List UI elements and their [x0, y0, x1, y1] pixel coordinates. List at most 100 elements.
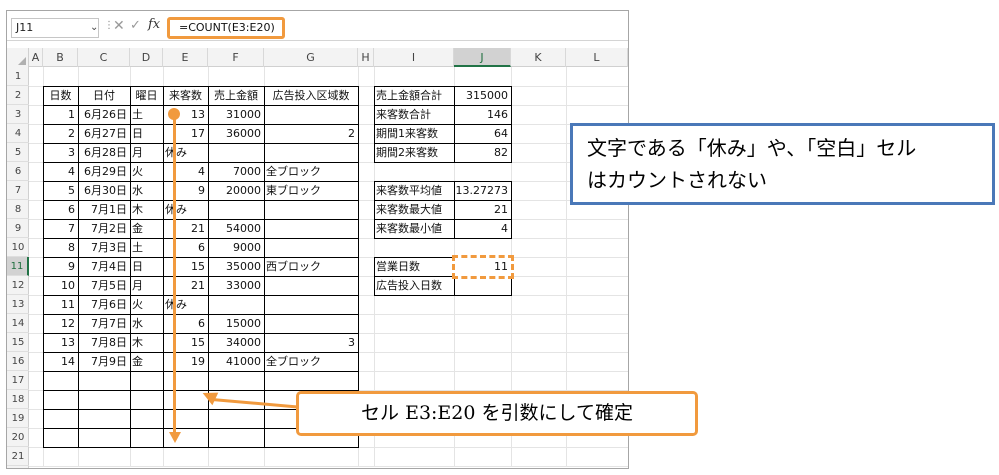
summary-sales-value[interactable]: 82	[454, 144, 511, 162]
row-header[interactable]: 3	[7, 105, 29, 124]
row-header[interactable]: 4	[7, 124, 29, 143]
table-cell[interactable]: 9	[163, 182, 208, 200]
table-cell[interactable]: 月	[130, 144, 163, 162]
column-header-j[interactable]: J	[454, 48, 511, 67]
table-cell[interactable]: 2	[43, 125, 78, 143]
table-cell[interactable]: 7月2日	[78, 220, 130, 238]
column-header-c[interactable]: C	[78, 48, 130, 67]
formula-input[interactable]: =COUNT(E3:E20)	[167, 17, 285, 39]
table-cell[interactable]: 木	[130, 334, 163, 352]
table-cell[interactable]: 全ブロック	[264, 163, 358, 181]
table-cell[interactable]: 33000	[208, 277, 264, 295]
table-cell[interactable]: 17	[163, 125, 208, 143]
table-cell[interactable]: 7月3日	[78, 239, 130, 257]
table-cell[interactable]: 6月29日	[78, 163, 130, 181]
table-cell[interactable]: 7月7日	[78, 315, 130, 333]
table-cell[interactable]: 3	[264, 334, 358, 352]
column-header-h[interactable]: H	[358, 48, 374, 67]
table-cell[interactable]: 西ブロック	[264, 258, 358, 276]
table-cell[interactable]: 日	[130, 258, 163, 276]
row-header[interactable]: 19	[7, 409, 29, 428]
table-cell[interactable]: 休み	[163, 296, 208, 314]
table-cell[interactable]: 8	[43, 239, 78, 257]
summary-sales-value[interactable]: 64	[454, 125, 511, 143]
table-cell[interactable]: 20000	[208, 182, 264, 200]
table-cell[interactable]: 3	[43, 144, 78, 162]
table-cell[interactable]: 6	[43, 201, 78, 219]
row-header[interactable]: 5	[7, 143, 29, 162]
row-header[interactable]: 10	[7, 238, 29, 257]
name-box[interactable]: J11 ⌄	[11, 18, 99, 38]
table-cell[interactable]: 13	[43, 334, 78, 352]
row-header[interactable]: 7	[7, 181, 29, 200]
table-cell[interactable]: 10	[43, 277, 78, 295]
table-cell[interactable]: 15000	[208, 315, 264, 333]
table-cell[interactable]: 4	[163, 163, 208, 181]
table-cell[interactable]: 5	[43, 182, 78, 200]
table-cell[interactable]: 東ブロック	[264, 182, 358, 200]
table-cell[interactable]: 土	[130, 106, 163, 124]
table-cell[interactable]: 34000	[208, 334, 264, 352]
table-cell[interactable]: 休み	[163, 201, 208, 219]
table-cell[interactable]: 7月1日	[78, 201, 130, 219]
table-cell[interactable]: 31000	[208, 106, 264, 124]
column-header-g[interactable]: G	[264, 48, 358, 67]
table-cell[interactable]: 1	[43, 106, 78, 124]
row-header[interactable]: 1	[7, 67, 29, 86]
table-cell[interactable]: 木	[130, 201, 163, 219]
row-header[interactable]: 9	[7, 219, 29, 238]
table-cell[interactable]: 9	[43, 258, 78, 276]
column-header-i[interactable]: I	[374, 48, 454, 67]
table-cell[interactable]: 火	[130, 163, 163, 181]
table-cell[interactable]: 35000	[208, 258, 264, 276]
row-header[interactable]: 6	[7, 162, 29, 181]
row-header[interactable]: 16	[7, 352, 29, 371]
table-cell[interactable]: 土	[130, 239, 163, 257]
selected-cell-value[interactable]: 11	[454, 258, 511, 276]
chevron-down-icon[interactable]: ⌄	[90, 19, 98, 37]
table-cell[interactable]: 15	[163, 258, 208, 276]
column-header-l[interactable]: L	[566, 48, 628, 67]
table-cell[interactable]: 水	[130, 182, 163, 200]
table-cell[interactable]: 金	[130, 220, 163, 238]
table-cell[interactable]: 11	[43, 296, 78, 314]
table-cell[interactable]: 6	[163, 239, 208, 257]
summary-sales-value[interactable]: 146	[454, 106, 511, 124]
row-header[interactable]: 14	[7, 314, 29, 333]
row-header[interactable]: 20	[7, 428, 29, 447]
table-cell[interactable]: 14	[43, 353, 78, 371]
table-cell[interactable]: 6月30日	[78, 182, 130, 200]
table-cell[interactable]: 15	[163, 334, 208, 352]
row-header[interactable]: 15	[7, 333, 29, 352]
summary-stats-value[interactable]: 21	[454, 201, 511, 219]
table-cell[interactable]: 12	[43, 315, 78, 333]
table-cell[interactable]: 6月28日	[78, 144, 130, 162]
cancel-icon[interactable]: ✕	[113, 18, 125, 34]
table-cell[interactable]: 水	[130, 315, 163, 333]
table-cell[interactable]: 54000	[208, 220, 264, 238]
table-cell[interactable]: 7月4日	[78, 258, 130, 276]
summary-stats-value[interactable]: 4	[454, 220, 511, 238]
row-header[interactable]: 18	[7, 390, 29, 409]
table-cell[interactable]: 7	[43, 220, 78, 238]
enter-check-icon[interactable]: ✓	[130, 18, 141, 33]
column-header-d[interactable]: D	[130, 48, 163, 67]
column-header-e[interactable]: E	[163, 48, 208, 67]
table-cell[interactable]: 7000	[208, 163, 264, 181]
row-header[interactable]: 11	[7, 257, 29, 276]
table-cell[interactable]: 7月5日	[78, 277, 130, 295]
table-cell[interactable]: 全ブロック	[264, 353, 358, 371]
insert-function-icon[interactable]: fx	[148, 17, 160, 32]
table-cell[interactable]: 2	[264, 125, 358, 143]
row-header[interactable]: 13	[7, 295, 29, 314]
table-cell[interactable]: 6月27日	[78, 125, 130, 143]
row-header[interactable]: 12	[7, 276, 29, 295]
column-header-k[interactable]: K	[511, 48, 566, 67]
table-cell[interactable]: 36000	[208, 125, 264, 143]
select-all-button[interactable]	[7, 48, 29, 67]
table-cell[interactable]: 金	[130, 353, 163, 371]
column-header-b[interactable]: B	[43, 48, 78, 67]
table-cell[interactable]: 9000	[208, 239, 264, 257]
table-cell[interactable]: 41000	[208, 353, 264, 371]
table-cell[interactable]: 7月6日	[78, 296, 130, 314]
